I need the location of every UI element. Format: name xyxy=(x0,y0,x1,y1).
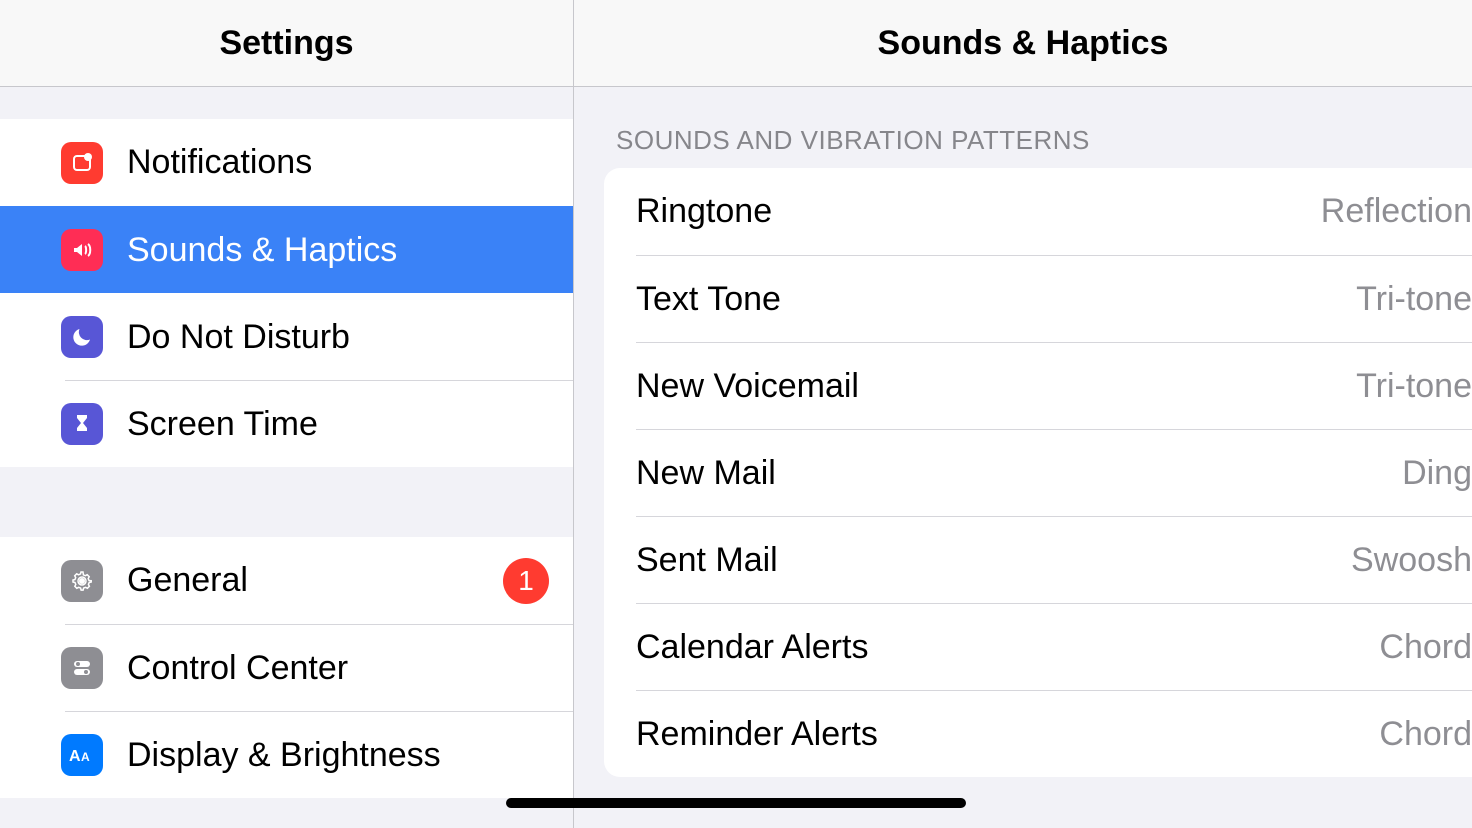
detail-header: Sounds & Haptics xyxy=(574,0,1472,87)
hourglass-icon xyxy=(61,403,103,445)
settings-split-view: Settings Notifications xyxy=(0,0,1472,828)
sidebar-item-sounds-haptics[interactable]: Sounds & Haptics xyxy=(0,206,573,293)
sidebar-item-display-brightness[interactable]: AA Display & Brightness xyxy=(0,711,573,798)
sidebar-item-label: Display & Brightness xyxy=(127,736,549,775)
svg-text:A: A xyxy=(81,750,90,764)
svg-text:A: A xyxy=(69,748,81,765)
detail-row-new-voicemail[interactable]: New Voicemail Tri-tone xyxy=(604,342,1472,429)
notifications-icon xyxy=(61,142,103,184)
detail-row-sent-mail[interactable]: Sent Mail Swoosh xyxy=(604,516,1472,603)
sidebar-item-label: Screen Time xyxy=(127,405,549,444)
detail-row-value: Chord xyxy=(1379,628,1472,667)
sidebar-item-label: Notifications xyxy=(127,143,549,182)
sidebar-item-label: Sounds & Haptics xyxy=(127,231,549,270)
sidebar-group: Notifications Sounds & Haptics xyxy=(0,119,573,467)
sounds-list: Ringtone Reflection Text Tone Tri-tone N… xyxy=(604,168,1472,777)
detail-row-value: Reflection xyxy=(1321,192,1472,231)
detail-row-text-tone[interactable]: Text Tone Tri-tone xyxy=(604,255,1472,342)
detail-row-reminder-alerts[interactable]: Reminder Alerts Chord xyxy=(604,690,1472,777)
detail-row-label: Reminder Alerts xyxy=(636,715,1371,754)
detail-row-ringtone[interactable]: Ringtone Reflection xyxy=(604,168,1472,255)
text-size-icon: AA xyxy=(61,734,103,776)
detail-row-calendar-alerts[interactable]: Calendar Alerts Chord xyxy=(604,603,1472,690)
detail-row-value: Ding xyxy=(1402,454,1472,493)
detail-row-value: Swoosh xyxy=(1351,541,1472,580)
detail-row-label: New Mail xyxy=(636,454,1394,493)
sidebar-item-do-not-disturb[interactable]: Do Not Disturb xyxy=(0,293,573,380)
section-header: SOUNDS AND VIBRATION PATTERNS xyxy=(574,87,1472,168)
detail-title: Sounds & Haptics xyxy=(878,24,1169,63)
sidebar-body: Notifications Sounds & Haptics xyxy=(0,87,573,828)
sidebar-item-control-center[interactable]: Control Center xyxy=(0,624,573,711)
detail-panel: Sounds & Haptics SOUNDS AND VIBRATION PA… xyxy=(574,0,1472,828)
detail-row-label: Sent Mail xyxy=(636,541,1343,580)
detail-row-new-mail[interactable]: New Mail Ding xyxy=(604,429,1472,516)
detail-row-label: Text Tone xyxy=(636,280,1348,319)
sidebar-header: Settings xyxy=(0,0,573,87)
sidebar-item-label: Control Center xyxy=(127,649,549,688)
detail-row-value: Chord xyxy=(1379,715,1472,754)
detail-body: SOUNDS AND VIBRATION PATTERNS Ringtone R… xyxy=(574,87,1472,828)
toggles-icon xyxy=(61,647,103,689)
detail-row-label: New Voicemail xyxy=(636,367,1348,406)
sidebar-item-general[interactable]: General 1 xyxy=(0,537,573,624)
settings-sidebar: Settings Notifications xyxy=(0,0,574,828)
sounds-icon xyxy=(61,229,103,271)
gear-icon xyxy=(61,560,103,602)
detail-row-label: Ringtone xyxy=(636,192,1313,231)
sidebar-item-label: Do Not Disturb xyxy=(127,318,549,357)
detail-row-value: Tri-tone xyxy=(1356,280,1472,319)
detail-row-value: Tri-tone xyxy=(1356,367,1472,406)
sidebar-group: General 1 Control Center A xyxy=(0,537,573,798)
sidebar-title: Settings xyxy=(219,24,353,63)
sidebar-item-label: General xyxy=(127,561,503,600)
notification-badge: 1 xyxy=(503,558,549,604)
sidebar-item-notifications[interactable]: Notifications xyxy=(0,119,573,206)
home-indicator[interactable] xyxy=(506,798,966,808)
sidebar-item-screen-time[interactable]: Screen Time xyxy=(0,380,573,467)
detail-row-label: Calendar Alerts xyxy=(636,628,1371,667)
moon-icon xyxy=(61,316,103,358)
